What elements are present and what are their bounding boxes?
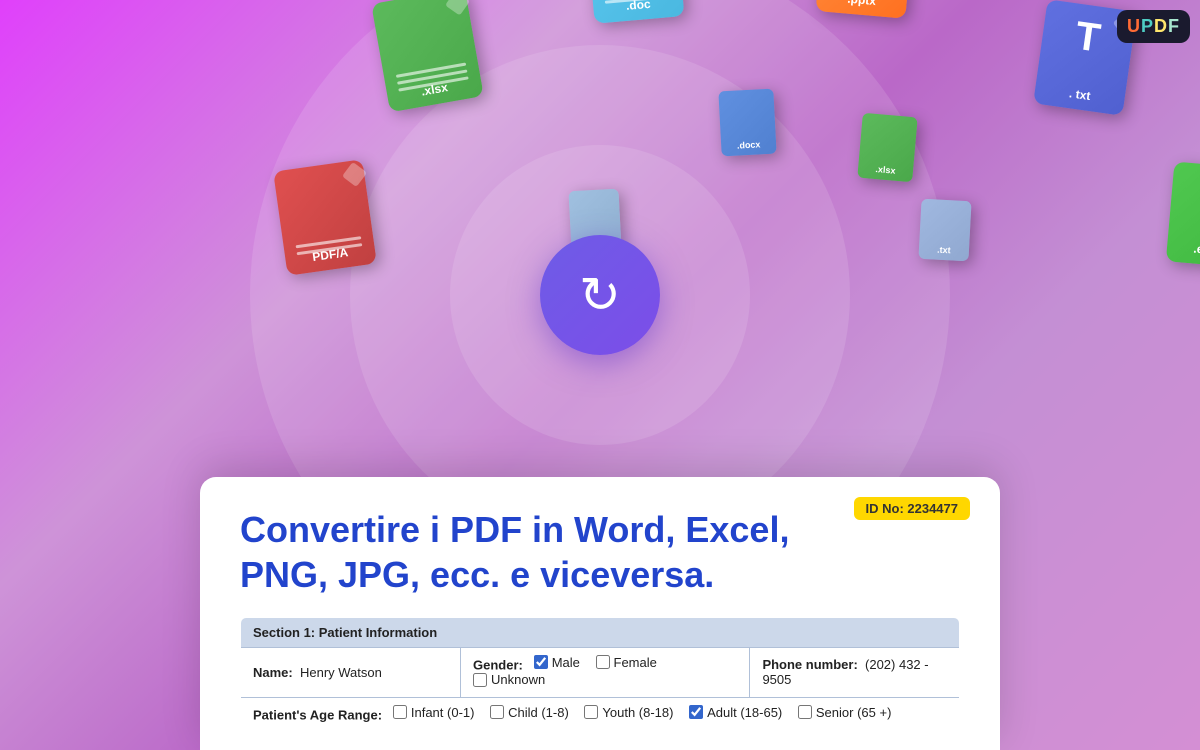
file-ext-pptx: .pptx [816,0,907,11]
file-icon-epub: e .epub [1166,161,1200,268]
patient-info-table: Section 1: Patient Information Name: Hen… [240,617,960,731]
section-header: Section 1: Patient Information [241,617,960,647]
logo-letter-d: D [1154,16,1168,36]
file-ext-epub: .epub [1167,239,1200,260]
gender-female-label[interactable]: Female [596,655,657,670]
gender-unknown-checkbox[interactable] [473,673,487,687]
hero-title: Convertire i PDF in Word, Excel, PNG, JP… [240,507,940,597]
gender-female-text: Female [614,655,657,670]
file-txt-letter: T [1073,14,1103,62]
hero-title-line1: Convertire i PDF in Word, Excel, [240,509,789,550]
file-ext-docx-sm: .docx [721,139,776,152]
age-youth-checkbox[interactable] [584,705,598,719]
age-senior-checkbox[interactable] [798,705,812,719]
gender-label: Gender: [473,657,523,672]
file-icon-xlsx-small: .xlsx [857,113,917,183]
hero-title-line2: PNG, JPG, ecc. e viceversa. [240,554,714,595]
age-infant-label[interactable]: Infant (0-1) [393,705,475,720]
logo-letter-u: U [1127,16,1141,36]
patient-age-row: Patient's Age Range: Infant (0-1) Child … [241,697,960,730]
gender-male-checkbox[interactable] [534,655,548,669]
file-ext-txt: . txt [1034,81,1125,107]
file-ext-xlsx-sm: .xlsx [858,163,914,178]
file-icon-pdfa: PDF/A [273,159,377,276]
gender-female-checkbox[interactable] [596,655,610,669]
document-panel: ID No: 2234477 Convertire i PDF in Word,… [200,477,1000,750]
age-cell: Patient's Age Range: Infant (0-1) Child … [241,697,960,730]
gender-unknown-label[interactable]: Unknown [473,672,545,687]
age-label: Patient's Age Range: [253,707,382,722]
logo-letter-p: P [1141,16,1154,36]
name-cell: Name: Henry Watson [241,647,461,697]
phone-label: Phone number: [762,657,857,672]
age-child-checkbox[interactable] [490,705,504,719]
age-adult-label[interactable]: Adult (18-65) [689,705,782,720]
updf-logo: UPDF [1117,10,1190,43]
file-icon-xlsx: .xlsx [371,0,484,112]
name-value: Henry Watson [300,665,382,680]
age-adult-text: Adult (18-65) [707,705,782,720]
file-ext-doc: .doc [593,0,684,16]
age-senior-text: Senior (65 +) [816,705,892,720]
gender-male-text: Male [552,655,580,670]
gender-male-label[interactable]: Male [534,655,580,670]
file-icon-docx-small: .docx [718,89,776,157]
gender-unknown-text: Unknown [491,672,545,687]
age-adult-checkbox[interactable] [689,705,703,719]
age-child-label[interactable]: Child (1-8) [490,705,569,720]
age-youth-label[interactable]: Youth (8-18) [584,705,673,720]
age-senior-label[interactable]: Senior (65 +) [798,705,892,720]
age-child-text: Child (1-8) [508,705,569,720]
phone-cell: Phone number: (202) 432 - 9505 [750,647,960,697]
file-icon-txt-small: .txt [918,199,971,262]
gender-cell: Gender: Male Female Unknown [461,647,750,697]
age-infant-text: Infant (0-1) [411,705,475,720]
age-youth-text: Youth (8-18) [602,705,673,720]
sync-icon: ↻ [579,266,621,324]
patient-name-row: Name: Henry Watson Gender: Male Female U… [241,647,960,697]
id-badge: ID No: 2234477 [854,497,971,520]
file-icon-pptx: 📊 .pptx [816,0,915,19]
name-label: Name: [253,665,293,680]
file-ext-txt-sm: .txt [919,244,969,257]
sync-button[interactable]: ↻ [540,235,660,355]
age-infant-checkbox[interactable] [393,705,407,719]
logo-letter-f: F [1168,16,1180,36]
